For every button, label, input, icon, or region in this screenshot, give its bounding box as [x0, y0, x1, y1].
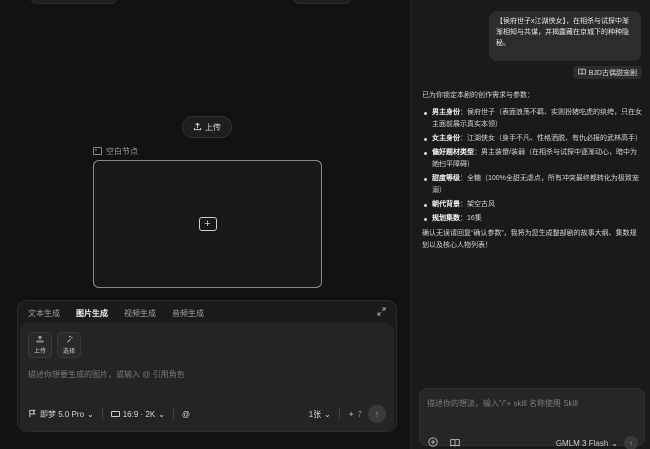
reply-list: 男主身份：侯府世子（表面浪荡不羁、实则扮猪吃虎的纨绔，只在女主面前展示真实本领）… [422, 107, 642, 225]
item-value: ：全糖（100%全甜无虐点，所有冲突最终都转化为极致宠溺） [432, 175, 639, 194]
item-key: 男主身份 [432, 109, 460, 116]
item-value: ：侯府世子（表面浪荡不羁、实则扮猪吃虎的纨绔，只在女主面前展示真实本领） [432, 109, 642, 128]
upload-button[interactable]: 上传 [182, 116, 232, 138]
add-icon[interactable] [428, 437, 438, 449]
tab-video-generation[interactable]: 视频生成 [124, 308, 156, 319]
count-select-label: 1张 [308, 409, 322, 419]
divider [101, 409, 103, 419]
select-label: 选择 [62, 349, 75, 355]
generation-controls: 即梦 5.0 Pro ⌄ 16:9 · 2K ⌄ @ 1张 ⌄ ✦ 7 ↑ [28, 405, 386, 423]
tab-image-generation[interactable]: 图片生成 [76, 308, 108, 319]
list-item: 女主身份：江湖侠女（身手不凡、性格洒脱、有仇必报的武林高手） [422, 133, 642, 145]
arrow-up-icon: ↑ [629, 438, 633, 448]
add-content-icon[interactable]: + [198, 217, 217, 231]
chevron-down-icon: ⌄ [87, 409, 94, 419]
credits-value: 7 [357, 409, 362, 419]
prompt-input[interactable]: 描述你想要生成的图片，或输入 @ 引用角色 [28, 369, 185, 380]
book-icon[interactable] [450, 438, 460, 449]
item-key: 女主身份 [432, 135, 460, 142]
prompt-area: 上传 选择 描述你想要生成的图片，或输入 @ 引用角色 即梦 5.0 Pro ⌄… [20, 323, 394, 431]
select-button[interactable]: 选择 [57, 332, 81, 358]
tab-audio-generation[interactable]: 音频生成 [172, 308, 204, 319]
upload-button-label: 上传 [205, 122, 221, 132]
count-select[interactable]: 1张 ⌄ [309, 409, 331, 420]
chat-panel: 【侯府世子x江湖侠女】，在相杀与试探中渐渐相知与共谋，并揭露藏在京城下的种种隐秘… [410, 0, 650, 449]
item-value: ：16集 [460, 215, 482, 222]
assistant-reply: 已为你锁定本剧的创作需求与参数： 男主身份：侯府世子（表面浪荡不羁、实则扮猪吃虎… [422, 90, 642, 257]
skill-chip[interactable]: BJD古偶甜宠剧 [572, 66, 642, 79]
item-key: 规划集数 [432, 215, 460, 222]
list-item: 偏好题材类型：男主装傻/装弱（在相杀与试探中逐渐动心，暗中为她扫平障碍） [422, 147, 642, 171]
top-toolbar-pill-left[interactable] [30, 0, 118, 4]
reply-intro: 已为你锁定本剧的创作需求与参数： [422, 92, 534, 99]
chat-model-select[interactable]: GMLM 3 Flash ⌄ [556, 439, 618, 448]
model-select-label: 即梦 5.0 Pro [40, 409, 85, 419]
app-root: 上传 空白节点 + 文本生成 图片生成 视频生成 音频生成 上传 选择 描述你想… [0, 0, 650, 449]
top-toolbar-pill-right[interactable] [292, 0, 352, 4]
list-item: 男主身份：侯府世子（表面浪荡不羁、实则扮猪吃虎的纨绔，只在女主面前展示真实本领） [422, 107, 642, 131]
upload-icon [36, 335, 44, 345]
image-node-icon [93, 146, 102, 157]
ratio-select[interactable]: 16:9 · 2K ⌄ [110, 409, 165, 419]
aspect-ratio-icon [110, 411, 120, 417]
model-icon [28, 409, 37, 420]
list-item: 朝代背景：架空古风 [422, 199, 642, 211]
ratio-select-label: 16:9 · 2K [122, 409, 156, 419]
chevron-down-icon: ⌄ [324, 409, 331, 419]
at-icon: @ [181, 409, 191, 419]
reply-closing: 确认无误请回复“确认参数”，我将为您生成整部剧的故事大纲、集数规划以及核心人物列… [422, 230, 637, 249]
chat-input-toolbar: GMLM 3 Flash ⌄ ↑ [428, 436, 638, 449]
chat-input-box[interactable]: 描述你的想法，输入“/”+ skill 名称使用 Skill GMLM 3 Fl… [419, 388, 645, 449]
credit-icon: ✦ [347, 409, 355, 419]
item-key: 朝代背景 [432, 201, 460, 208]
arrow-up-icon: ↑ [374, 409, 380, 419]
node-title-label: 空白节点 [106, 147, 138, 156]
model-select[interactable]: 即梦 5.0 Pro ⌄ [28, 409, 94, 420]
blank-node[interactable]: + [93, 160, 322, 288]
chevron-down-icon: ⌄ [611, 438, 618, 448]
item-key: 偏好题材类型 [432, 149, 474, 156]
upload-icon [193, 122, 202, 133]
divider [172, 409, 174, 419]
tab-text-generation[interactable]: 文本生成 [28, 308, 60, 319]
canvas-area[interactable]: 上传 空白节点 + 文本生成 图片生成 视频生成 音频生成 上传 选择 描述你想… [0, 0, 410, 449]
chevron-down-icon: ⌄ [158, 409, 165, 419]
sparkle-select-icon [65, 335, 73, 345]
list-item: 规划集数：16集 [422, 213, 642, 225]
chat-input[interactable]: 描述你的想法，输入“/”+ skill 名称使用 Skill [427, 398, 578, 409]
upload-reference-label: 上传 [33, 349, 46, 355]
generation-tabs: 文本生成 图片生成 视频生成 音频生成 [28, 308, 204, 319]
item-key: 甜度等级 [432, 175, 460, 182]
send-button[interactable]: ↑ [624, 436, 638, 449]
credits-indicator: ✦ 7 [348, 410, 362, 419]
chat-model-label: GMLM 3 Flash [555, 438, 609, 448]
user-message: 【侯府世子x江湖侠女】，在相杀与试探中渐渐相知与共谋，并揭露藏在京城下的种种隐秘… [489, 11, 641, 61]
item-value: ：江湖侠女（身手不凡、性格洒脱、有仇必报的武林高手） [460, 135, 642, 142]
book-icon [577, 68, 586, 77]
skill-chip-label: BJD古偶甜宠剧 [588, 69, 637, 77]
divider [338, 409, 340, 419]
mention-button[interactable]: @ [182, 410, 190, 419]
upload-reference-button[interactable]: 上传 [28, 332, 52, 358]
list-item: 甜度等级：全糖（100%全甜无虐点，所有冲突最终都转化为极致宠溺） [422, 173, 642, 197]
node-title: 空白节点 [93, 146, 138, 157]
generation-panel: 文本生成 图片生成 视频生成 音频生成 上传 选择 描述你想要生成的图片，或输入… [17, 300, 397, 432]
item-value: ：架空古风 [460, 201, 495, 208]
generate-button[interactable]: ↑ [368, 405, 386, 423]
expand-icon[interactable] [377, 307, 386, 318]
